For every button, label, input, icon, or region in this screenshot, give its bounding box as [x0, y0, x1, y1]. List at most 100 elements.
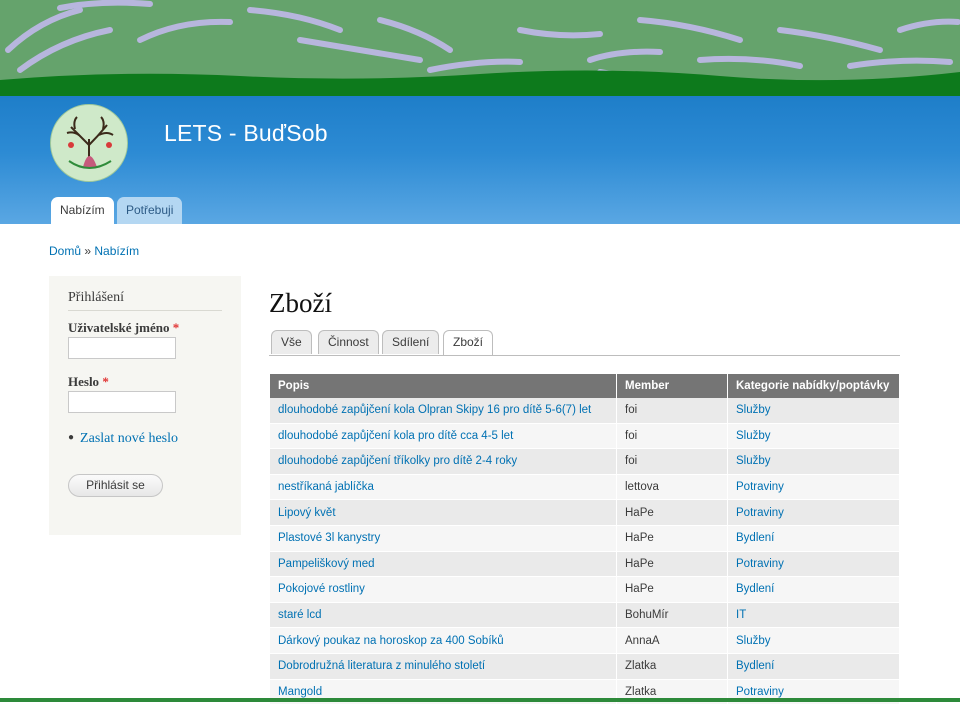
tab-zbozi[interactable]: Zboží	[443, 330, 494, 355]
column-header-kategorie[interactable]: Kategorie nabídky/poptávky	[727, 374, 900, 398]
breadcrumb-home[interactable]: Domů	[49, 244, 81, 258]
tab-potrebuji[interactable]: Potřebuji	[117, 197, 183, 224]
cell-kategorie: Bydlení	[727, 576, 900, 603]
category-link[interactable]: Služby	[736, 430, 771, 442]
cell-kategorie: Potraviny	[727, 474, 900, 501]
cell-kategorie: Bydlení	[727, 525, 900, 552]
category-link[interactable]: Potraviny	[736, 558, 784, 570]
cell-kategorie: IT	[727, 602, 900, 629]
cell-kategorie: Bydlení	[727, 653, 900, 680]
password-label-text: Heslo	[68, 374, 100, 389]
cell-member: AnnaA	[616, 627, 728, 654]
category-link[interactable]: Služby	[736, 635, 771, 647]
table-row: staré lcd BohuMír IT	[270, 602, 900, 629]
table-row: nestříkaná jablíčka lettova Potraviny	[270, 474, 900, 501]
password-input[interactable]	[68, 391, 176, 413]
login-button[interactable]: Přihlásit se	[68, 474, 163, 497]
cell-popis: nestříkaná jablíčka	[270, 474, 617, 501]
cell-popis: Dárkový poukaz na horoskop za 400 Sobíků	[270, 627, 617, 654]
cell-member: HaPe	[616, 525, 728, 552]
cell-member: BohuMír	[616, 602, 728, 629]
column-header-member[interactable]: Member	[616, 374, 728, 398]
cell-kategorie: Potraviny	[727, 551, 900, 578]
breadcrumb: Domů » Nabízím	[49, 244, 139, 258]
decorative-banner	[0, 0, 960, 96]
tab-vse[interactable]: Vše	[271, 330, 312, 354]
offer-link[interactable]: Mangold	[278, 686, 322, 698]
page-title: Zboží	[269, 288, 332, 318]
required-mark: *	[172, 320, 180, 335]
cell-popis: Plastové 3l kanystry	[270, 525, 617, 552]
table-header-row: Popis Member Kategorie nabídky/poptávky	[270, 374, 900, 398]
username-input[interactable]	[68, 337, 176, 359]
category-link[interactable]: IT	[736, 609, 746, 621]
category-link[interactable]: Bydlení	[736, 660, 774, 672]
category-link[interactable]: Bydlení	[736, 583, 774, 595]
cell-member: foi	[616, 448, 728, 475]
table-row: Dárkový poukaz na horoskop za 400 Sobíků…	[270, 627, 900, 654]
password-label: Heslo *	[68, 374, 109, 390]
offer-link[interactable]: Plastové 3l kanystry	[278, 532, 380, 544]
offer-link[interactable]: Dárkový poukaz na horoskop za 400 Sobíků	[278, 635, 504, 647]
cell-popis: Pokojové rostliny	[270, 576, 617, 603]
username-label: Uživatelské jméno *	[68, 320, 179, 336]
cell-kategorie: Služby	[727, 627, 900, 654]
offer-link[interactable]: Dobrodružná literatura z minulého stolet…	[278, 660, 485, 672]
table-row: Plastové 3l kanystry HaPe Bydlení	[270, 525, 900, 552]
site-logo[interactable]	[50, 104, 128, 182]
table-row: Pokojové rostliny HaPe Bydlení	[270, 576, 900, 603]
cell-member: Zlatka	[616, 653, 728, 680]
cell-popis: dlouhodobé zapůjčení kola Olpran Skipy 1…	[270, 398, 617, 424]
cell-member: HaPe	[616, 499, 728, 526]
breadcrumb-current[interactable]: Nabízím	[94, 244, 139, 258]
offer-link[interactable]: staré lcd	[278, 609, 321, 621]
cell-kategorie: Potraviny	[727, 499, 900, 526]
cell-popis: Pampeliškový med	[270, 551, 617, 578]
username-label-text: Uživatelské jméno	[68, 320, 170, 335]
reset-password-link[interactable]: Zaslat nové heslo	[80, 431, 178, 446]
login-title: Přihlášení	[68, 290, 124, 305]
table-row: Pampeliškový med HaPe Potraviny	[270, 551, 900, 578]
site-header: LETS - BuďSob Nabízím Potřebuji	[0, 96, 960, 224]
offer-link[interactable]: dlouhodobé zapůjčení tříkolky pro dítě 2…	[278, 455, 517, 467]
cell-popis: Lipový květ	[270, 499, 617, 526]
breadcrumb-separator: »	[84, 244, 92, 258]
cell-popis: dlouhodobé zapůjčení tříkolky pro dítě 2…	[270, 448, 617, 475]
category-link[interactable]: Služby	[736, 404, 771, 416]
category-link[interactable]: Bydlení	[736, 532, 774, 544]
cell-kategorie: Služby	[727, 448, 900, 475]
category-link[interactable]: Potraviny	[736, 686, 784, 698]
category-link[interactable]: Potraviny	[736, 481, 784, 493]
table-row: Lipový květ HaPe Potraviny	[270, 499, 900, 526]
offer-link[interactable]: nestříkaná jablíčka	[278, 481, 374, 493]
table-row: dlouhodobé zapůjčení tříkolky pro dítě 2…	[270, 448, 900, 475]
column-header-popis[interactable]: Popis	[270, 374, 617, 398]
table-row: dlouhodobé zapůjčení kola Olpran Skipy 1…	[270, 398, 900, 424]
offer-link[interactable]: dlouhodobé zapůjčení kola Olpran Skipy 1…	[278, 404, 591, 416]
category-link[interactable]: Potraviny	[736, 507, 784, 519]
tab-cinnost[interactable]: Činnost	[318, 330, 379, 354]
site-name[interactable]: LETS - BuďSob	[164, 120, 328, 147]
table-body: dlouhodobé zapůjčení kola Olpran Skipy 1…	[270, 398, 900, 705]
offer-link[interactable]: Pokojové rostliny	[278, 583, 365, 595]
cell-popis: dlouhodobé zapůjčení kola pro dítě cca 4…	[270, 423, 617, 450]
bullet-icon: ●	[68, 432, 75, 443]
tab-nabizim[interactable]: Nabízím	[51, 197, 114, 224]
offer-link[interactable]: Lipový květ	[278, 507, 336, 519]
login-block: Přihlášení Uživatelské jméno * Heslo * ●…	[49, 276, 241, 535]
cell-member: HaPe	[616, 551, 728, 578]
offer-link[interactable]: Pampeliškový med	[278, 558, 375, 570]
cell-member: lettova	[616, 474, 728, 501]
bottom-border	[0, 698, 960, 702]
table-row: Dobrodružná literatura z minulého stolet…	[270, 653, 900, 680]
category-tabs: Vše Činnost Sdílení Zboží	[269, 330, 900, 356]
category-link[interactable]: Služby	[736, 455, 771, 467]
cell-member: foi	[616, 398, 728, 424]
cell-popis: Dobrodružná literatura z minulého stolet…	[270, 653, 617, 680]
login-divider	[68, 310, 222, 311]
tab-sdileni[interactable]: Sdílení	[382, 330, 440, 354]
offer-link[interactable]: dlouhodobé zapůjčení kola pro dítě cca 4…	[278, 430, 513, 442]
cell-member: HaPe	[616, 576, 728, 603]
table-row: dlouhodobé zapůjčení kola pro dítě cca 4…	[270, 423, 900, 450]
offers-table: Popis Member Kategorie nabídky/poptávky …	[270, 374, 900, 705]
